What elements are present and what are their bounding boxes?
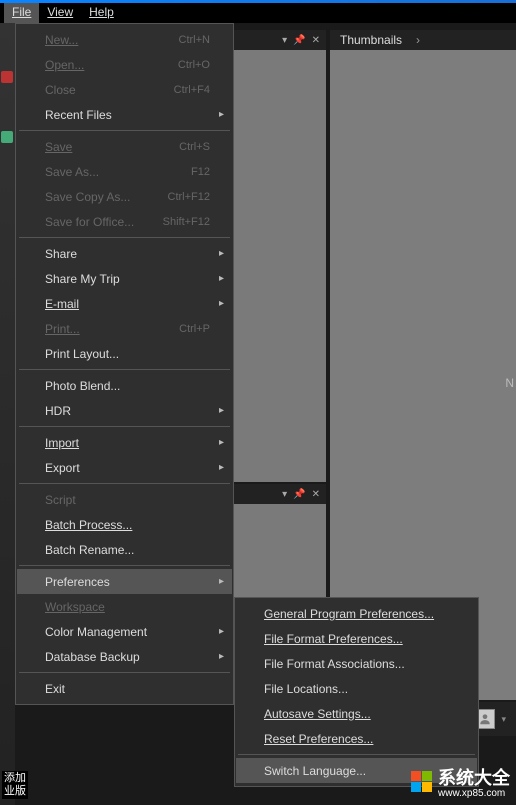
close-icon[interactable]: ✕: [312, 35, 320, 46]
menu-save[interactable]: SaveCtrl+S: [17, 134, 232, 159]
menu-new[interactable]: New...Ctrl+N: [17, 27, 232, 52]
submenu-autosave-settings[interactable]: Autosave Settings...: [236, 701, 477, 726]
menu-separator: [19, 369, 230, 370]
thumbnails-label: Thumbnails: [340, 33, 402, 47]
menu-script[interactable]: Script: [17, 487, 232, 512]
dropdown-icon[interactable]: ▾: [501, 714, 506, 725]
menubar-help[interactable]: Help: [81, 3, 122, 23]
submenu-file-format-prefs[interactable]: File Format Preferences...: [236, 626, 477, 651]
truncated-text: N: [505, 376, 514, 390]
menubar-file[interactable]: File: [4, 3, 39, 23]
menu-open[interactable]: Open...Ctrl+O: [17, 52, 232, 77]
menu-separator: [19, 672, 230, 673]
menu-workspace[interactable]: Workspace: [17, 594, 232, 619]
menubar-view[interactable]: View: [39, 3, 81, 23]
menu-import[interactable]: Import: [17, 430, 232, 455]
menu-email[interactable]: E-mail: [17, 291, 232, 316]
menubar: File View Help: [0, 3, 516, 23]
menu-close[interactable]: CloseCtrl+F4: [17, 77, 232, 102]
watermark-logo-icon: [411, 771, 432, 792]
menu-separator: [238, 754, 475, 755]
menu-batch-rename[interactable]: Batch Rename...: [17, 537, 232, 562]
submenu-file-format-assoc[interactable]: File Format Associations...: [236, 651, 477, 676]
menu-batch-process[interactable]: Batch Process...: [17, 512, 232, 537]
panel-header-secondary: ▾ 📌 ✕: [234, 484, 326, 504]
menu-color-management[interactable]: Color Management: [17, 619, 232, 644]
pin-icon[interactable]: 📌: [293, 35, 305, 46]
menu-save-copy-as[interactable]: Save Copy As...Ctrl+F12: [17, 184, 232, 209]
watermark-url: www.xp85.com: [438, 788, 510, 799]
chevron-right-icon[interactable]: ›: [416, 33, 420, 47]
preferences-submenu: General Program Preferences... File Form…: [234, 597, 479, 787]
menu-photo-blend[interactable]: Photo Blend...: [17, 373, 232, 398]
menu-export[interactable]: Export: [17, 455, 232, 480]
pin-icon[interactable]: 📌: [293, 489, 305, 500]
menu-database-backup[interactable]: Database Backup: [17, 644, 232, 669]
dropdown-icon[interactable]: ▾: [282, 35, 287, 46]
watermark: 系统大全 www.xp85.com: [411, 764, 510, 799]
dropdown-icon[interactable]: ▾: [282, 489, 287, 500]
menu-exit[interactable]: Exit: [17, 676, 232, 701]
menu-share[interactable]: Share: [17, 241, 232, 266]
menu-save-as[interactable]: Save As...F12: [17, 159, 232, 184]
menu-preferences[interactable]: Preferences: [17, 569, 232, 594]
file-menu: New...Ctrl+N Open...Ctrl+O CloseCtrl+F4 …: [15, 23, 234, 705]
submenu-general-prefs[interactable]: General Program Preferences...: [236, 601, 477, 626]
menu-print[interactable]: Print...Ctrl+P: [17, 316, 232, 341]
cn-overlay-badge: 添加 业版: [2, 771, 28, 799]
menu-print-layout[interactable]: Print Layout...: [17, 341, 232, 366]
menu-save-for-office[interactable]: Save for Office...Shift+F12: [17, 209, 232, 234]
panel-body-left: [234, 50, 326, 482]
panel-header-left: ▾ 📌 ✕: [234, 30, 326, 50]
menu-share-my-trip[interactable]: Share My Trip: [17, 266, 232, 291]
menu-recent-files[interactable]: Recent Files: [17, 102, 232, 127]
left-thumbnail-strip: [0, 23, 15, 805]
watermark-text: 系统大全: [438, 768, 510, 788]
submenu-reset-preferences[interactable]: Reset Preferences...: [236, 726, 477, 751]
menu-separator: [19, 426, 230, 427]
thumbnails-panel-header: Thumbnails ›: [330, 30, 516, 50]
submenu-file-locations[interactable]: File Locations...: [236, 676, 477, 701]
menu-hdr[interactable]: HDR: [17, 398, 232, 423]
menu-separator: [19, 565, 230, 566]
close-icon[interactable]: ✕: [312, 489, 320, 500]
menu-separator: [19, 130, 230, 131]
menu-separator: [19, 237, 230, 238]
menu-separator: [19, 483, 230, 484]
